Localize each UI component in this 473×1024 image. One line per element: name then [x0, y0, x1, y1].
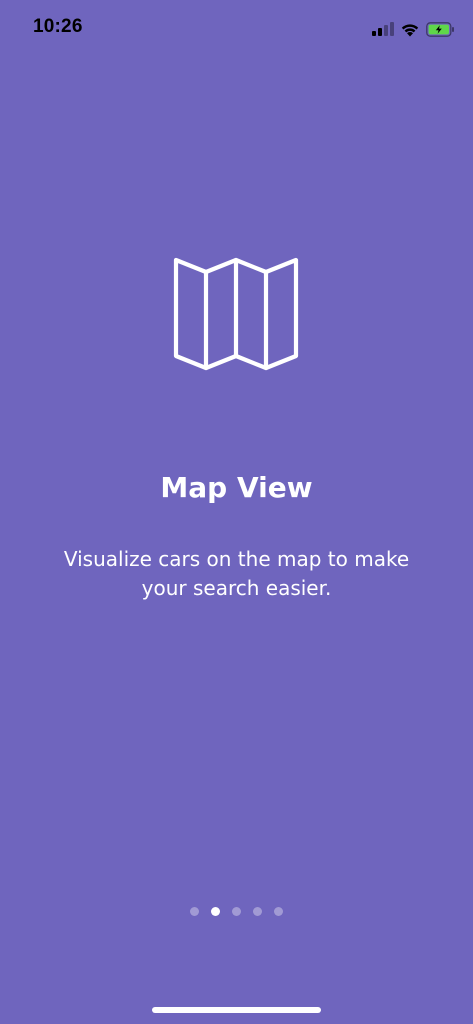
cellular-signal-icon	[372, 22, 394, 36]
page-dot-3[interactable]	[232, 907, 241, 916]
page-indicator	[0, 907, 473, 917]
page-dot-5[interactable]	[274, 907, 283, 916]
page-dot-4[interactable]	[253, 907, 262, 916]
home-indicator[interactable]	[152, 1007, 321, 1013]
status-time: 10:26	[33, 16, 83, 37]
status-bar: 10:26	[0, 0, 473, 58]
wifi-icon	[400, 22, 420, 37]
onboarding-screen: 10:26 Map View Visualize cars on the map…	[0, 0, 473, 1024]
status-icons	[372, 19, 455, 39]
map-icon	[170, 254, 303, 374]
slide-title: Map View	[160, 471, 313, 504]
battery-charging-icon	[426, 21, 455, 37]
page-dot-2[interactable]	[211, 907, 220, 916]
page-dot-1[interactable]	[190, 907, 199, 916]
slide-description: Visualize cars on the map to make your s…	[63, 547, 410, 600]
